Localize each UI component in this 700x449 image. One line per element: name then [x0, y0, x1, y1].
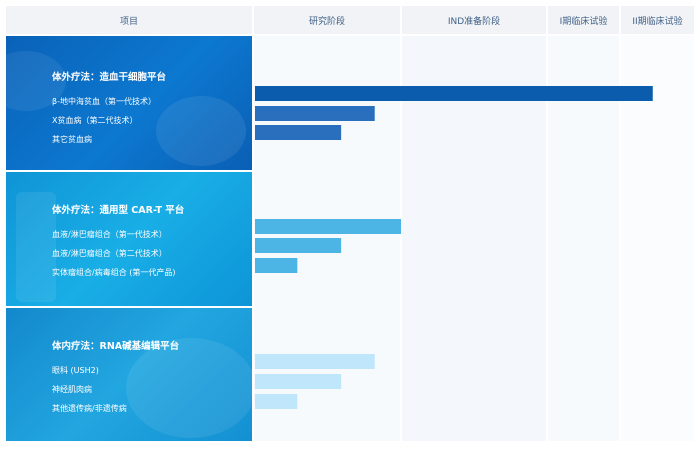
platform-panel-hsc: 体外疗法：造血干细胞平台 β-地中海贫血（第一代技术） X贫血病（第二代技术） … — [6, 36, 252, 170]
lab-decoration — [16, 192, 56, 302]
platform-title: 体外疗法：通用型 CAR-T 平台 — [52, 205, 185, 216]
progress-bar — [255, 125, 342, 140]
progress-bar — [255, 86, 653, 101]
progress-bar — [255, 219, 401, 234]
platform-item: 血液/淋巴瘤组合（第一代技术） — [52, 230, 167, 239]
progress-bar — [255, 238, 342, 253]
dna-helix-decoration — [126, 338, 252, 438]
platform-panel-cart: 体外疗法：通用型 CAR-T 平台 血液/淋巴瘤组合（第一代技术） 血液/淋巴瘤… — [6, 172, 252, 306]
header-stage-research: 研究阶段 — [254, 6, 400, 34]
platform-panel-rna: 体内疗法：RNA碱基编辑平台 眼科 (USH2) 神经肌肉病 其他遗传病/非遗传… — [6, 308, 252, 441]
header-stage-phase2: II期临床试验 — [621, 6, 694, 34]
progress-bar — [255, 106, 375, 121]
header-stage-phase1: I期临床试验 — [548, 6, 619, 34]
progress-bar — [255, 394, 298, 409]
progress-bars-svg — [255, 86, 653, 409]
blood-cell-decoration — [156, 96, 246, 166]
progress-bar — [255, 374, 342, 389]
header-project: 项目 — [6, 6, 252, 34]
progress-bar — [255, 354, 375, 369]
progress-chart — [253, 36, 694, 441]
header-stage-ind: IND准备阶段 — [402, 6, 546, 34]
platform-title: 体外疗法：造血干细胞平台 — [52, 72, 167, 83]
progress-bar — [255, 258, 298, 273]
platform-item: 实体瘤组合/病毒组合 (第一代产品) — [52, 268, 176, 277]
platform-item: 血液/淋巴瘤组合（第二代技术） — [52, 249, 167, 258]
